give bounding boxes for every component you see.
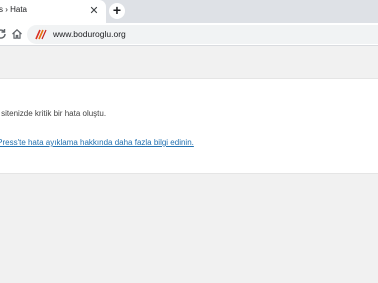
error-card	[0, 78, 378, 174]
url-text: www.boduroglu.org	[53, 29, 126, 39]
debug-info-link[interactable]: rdPress'te hata ayıklama hakkında daha f…	[0, 138, 378, 147]
home-icon[interactable]	[10, 27, 24, 41]
browser-tab[interactable]: ss › Hata ✕	[0, 0, 106, 23]
address-bar[interactable]: www.boduroglu.org	[27, 25, 378, 44]
browser-chrome: ss › Hata ✕ + www.boduroglu.org	[0, 0, 378, 46]
close-icon[interactable]: ✕	[87, 4, 101, 18]
tab-title: ss › Hata	[0, 5, 28, 14]
reload-icon[interactable]	[0, 27, 8, 41]
wordpress-site-icon	[35, 29, 47, 40]
error-message: eb sitenizde kritik bir hata oluştu.	[0, 109, 107, 118]
plus-icon[interactable]: +	[109, 3, 125, 19]
page-content: eb sitenizde kritik bir hata oluştu. rdP…	[0, 46, 378, 283]
browser-toolbar: www.boduroglu.org	[0, 23, 378, 46]
